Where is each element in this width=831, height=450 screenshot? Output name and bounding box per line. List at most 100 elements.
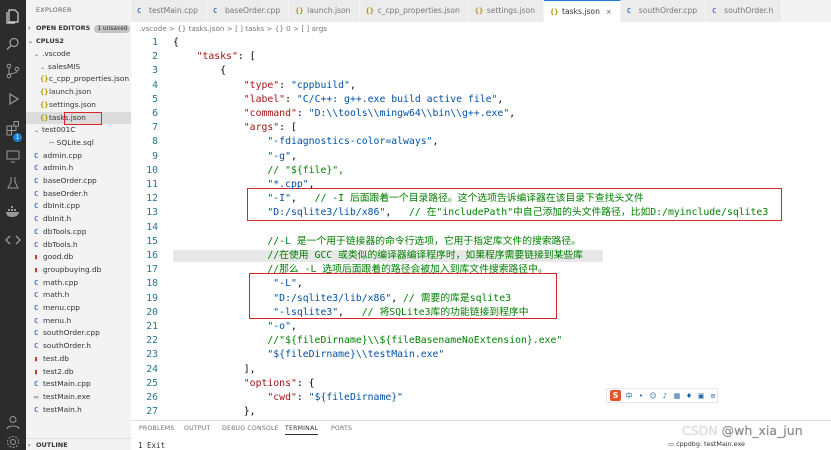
- editor-tab[interactable]: CtestMain.cpp: [131, 0, 207, 22]
- file-tree-item[interactable]: CdbInit.h: [26, 213, 131, 225]
- code-token: ,: [338, 306, 362, 318]
- editor-tab[interactable]: {} settings.json: [468, 0, 545, 22]
- file-tree-item-label: groupbuying.db: [43, 264, 102, 274]
- code-token: "*.cpp": [173, 179, 309, 190]
- code-text: },: [173, 405, 256, 419]
- file-tree-item[interactable]: ▮ good.db: [26, 251, 131, 263]
- code-token: "command": [173, 108, 297, 119]
- testing-icon[interactable]: [5, 175, 21, 191]
- file-tree-item[interactable]: CbaseOrder.h: [26, 188, 131, 200]
- editor-tab[interactable]: CsouthOrder.cpp: [620, 0, 707, 22]
- file-tree-item[interactable]: ▮ test2.db: [26, 366, 131, 378]
- code-editor[interactable]: 1{2 "tasks": [3 {4 "type": "cppbuild", 5 …: [131, 36, 831, 420]
- panel-tab[interactable]: OUTPUT: [184, 425, 210, 432]
- file-tree-item[interactable]: CbaseOrder.cpp: [26, 175, 131, 187]
- file-tree-item[interactable]: Cmath.h: [26, 289, 131, 301]
- code-line: 7 "args": [: [131, 121, 831, 135]
- file-tree-item[interactable]: Cmenu.cpp: [26, 302, 131, 314]
- file-tree-item[interactable]: CdbTools.h: [26, 239, 131, 251]
- editor-tab[interactable]: {} c_cpp_properties.json: [359, 0, 469, 22]
- code-token: ,: [290, 193, 315, 205]
- h-file-icon: C: [34, 405, 39, 414]
- outline-label: OUTLINE: [36, 441, 68, 449]
- remote-explorer-icon[interactable]: [5, 148, 21, 164]
- line-number: 3: [152, 65, 158, 77]
- file-tree-item[interactable]: ⌄ salesMIS: [26, 61, 131, 73]
- file-tree-item[interactable]: Cadmin.cpp: [26, 150, 131, 162]
- code-text: "command": "D:\\tools\\mingw64\\bin\\g++…: [173, 107, 515, 121]
- file-tree-item[interactable]: Cmenu.h: [26, 315, 131, 327]
- file-tree-item[interactable]: ⌄ test001C: [26, 124, 131, 136]
- code-token: "-g": [173, 150, 291, 162]
- code-text: "-fdiagnostics-color=always",: [173, 135, 438, 149]
- ime-toolbar[interactable]: S 中 • ☺ ♪ ▦ ♦ ▣ ≡: [606, 388, 718, 403]
- menu-icon[interactable]: ≡: [709, 392, 717, 400]
- open-editors-section[interactable]: › OPEN EDITORS 1 unsaved: [26, 22, 131, 34]
- account-icon[interactable]: [5, 414, 21, 430]
- terminal-instance-tab[interactable]: ▭ cppdbg: testMain.exe: [668, 440, 745, 448]
- microphone-icon[interactable]: ♪: [661, 392, 669, 400]
- line-number: 21: [146, 321, 158, 332]
- code-token: ,: [296, 278, 303, 290]
- file-tree-item[interactable]: ⌄ .vscode: [26, 48, 131, 60]
- file-tree-item[interactable]: CdbInit.cpp: [26, 200, 131, 212]
- file-tree-item[interactable]: {}launch.json: [26, 86, 131, 98]
- outline-section[interactable]: › OUTLINE: [26, 438, 131, 450]
- editor-tab[interactable]: CsouthOrder.h: [706, 0, 783, 22]
- file-tree-item[interactable]: -- SQLite.sql: [26, 137, 131, 149]
- annotation-box-tasks-json: [64, 112, 102, 125]
- code-token: "cppbuild": [290, 79, 350, 91]
- file-tree-item-label: settings.json: [49, 99, 96, 109]
- file-tree-item[interactable]: {}c_cpp_properties.json: [26, 73, 131, 85]
- code-token: ,: [497, 93, 504, 105]
- file-tree-item[interactable]: Cadmin.h: [26, 162, 131, 174]
- file-tree-item[interactable]: CdbTools.cpp: [26, 226, 131, 238]
- code-line: 6 "command": "D:\\tools\\mingw64\\bin\\g…: [131, 107, 831, 121]
- close-icon[interactable]: ×: [606, 1, 612, 23]
- file-tree-item[interactable]: Cmath.cpp: [26, 277, 131, 289]
- file-tree-item[interactable]: CsouthOrder.h: [26, 340, 131, 352]
- settings-gear-icon[interactable]: [5, 434, 21, 450]
- code-line: 25 "options": {: [131, 377, 831, 391]
- code-token: "D:\\tools\\mingw64\\bin\\g++.exe": [308, 108, 510, 119]
- watermark-user: @wh_xia_jun: [721, 423, 803, 438]
- ime-mode[interactable]: 中: [625, 392, 633, 400]
- code-text: //那么 -L 选项后面跟着的路径会被加入到库文件搜索路径中。: [173, 263, 547, 277]
- code-token: "options": [173, 377, 297, 389]
- h-file-icon: C: [34, 215, 39, 224]
- files-icon[interactable]: [5, 8, 21, 24]
- run-debug-icon[interactable]: [5, 91, 21, 107]
- keyboard-icon[interactable]: ▦: [673, 392, 681, 400]
- json-file-icon: {}: [295, 7, 304, 15]
- code-token: "type": [173, 79, 280, 91]
- file-tree-item[interactable]: CtestMain.h: [26, 404, 131, 416]
- file-tree-item[interactable]: {}settings.json: [26, 99, 131, 111]
- code-token: : [: [237, 51, 256, 63]
- file-tree-item-label: baseOrder.h: [43, 188, 88, 198]
- workspace-folder[interactable]: ⌄ CPLUS2: [26, 35, 131, 47]
- code-icon[interactable]: [5, 232, 21, 248]
- panel-tab[interactable]: PORTS: [331, 425, 352, 432]
- source-control-icon[interactable]: [5, 63, 21, 79]
- file-tree-item[interactable]: CsouthOrder.cpp: [26, 327, 131, 339]
- line-number: 10: [146, 164, 158, 176]
- file-tree-item[interactable]: ▭ testMain.exe: [26, 391, 131, 403]
- panel-tab[interactable]: PROBLEMS: [139, 425, 174, 432]
- breadcrumb[interactable]: .vscode > {} tasks.json > [ ] tasks > {}…: [131, 22, 327, 36]
- code-token: // 需要的库是sqlite3: [403, 292, 511, 304]
- editor-tab[interactable]: {} launch.json: [289, 0, 360, 22]
- toolbox-icon[interactable]: ▣: [697, 392, 705, 400]
- docker-icon[interactable]: [5, 203, 21, 219]
- file-tree-item[interactable]: CtestMain.cpp: [26, 378, 131, 390]
- editor-tab[interactable]: {} tasks.json ×: [544, 0, 621, 22]
- file-tree-item[interactable]: ▮ groupbuying.db: [26, 264, 131, 276]
- panel-tab[interactable]: DEBUG CONSOLE: [222, 425, 279, 432]
- line-number: 8: [152, 136, 158, 148]
- editor-tab[interactable]: CbaseOrder.cpp: [206, 0, 290, 22]
- skin-icon[interactable]: ♦: [685, 392, 693, 400]
- file-tree-item[interactable]: ▮ test.db: [26, 353, 131, 365]
- punctuation-icon[interactable]: •: [637, 392, 645, 400]
- panel-tab[interactable]: TERMINAL: [285, 425, 319, 435]
- emoji-icon[interactable]: ☺: [649, 392, 657, 400]
- search-icon[interactable]: [5, 36, 21, 52]
